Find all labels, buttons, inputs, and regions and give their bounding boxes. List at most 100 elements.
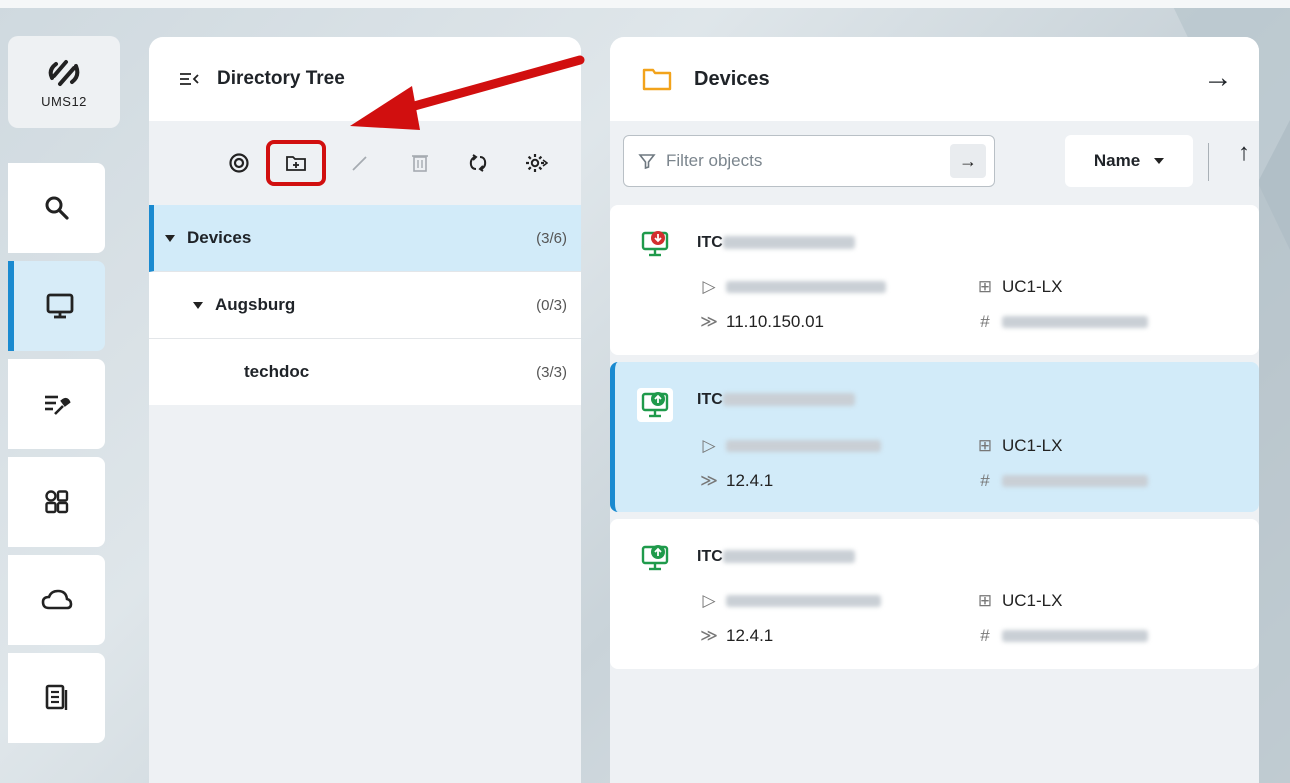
rail-apps-button[interactable] <box>8 457 105 547</box>
device-ip: # <box>976 471 1148 491</box>
logo-text: UMS12 <box>41 93 87 109</box>
redacted-value <box>1002 475 1148 487</box>
device-mac: ▷ <box>700 436 881 456</box>
search-icon <box>45 196 69 220</box>
tree-node-label: Devices <box>187 228 252 247</box>
tree-node-count: (3/3) <box>536 363 567 381</box>
filter-bar: Filter objects → Name ↑ <box>610 121 1259 203</box>
devices-title: Devices <box>694 67 770 90</box>
device-ip: # <box>976 626 1148 646</box>
tag-icon: ▷ <box>702 277 716 296</box>
device-name: ITC <box>697 391 855 409</box>
monitor-icon <box>46 293 73 319</box>
sort-field-dropdown[interactable]: Name <box>1065 135 1193 187</box>
cloud-icon <box>41 589 72 610</box>
tree-header: Directory Tree <box>149 37 581 121</box>
devices-header: Devices → <box>610 37 1259 121</box>
device-product: ⊞ UC1-LX <box>976 277 1063 297</box>
tree-node-techdoc[interactable]: techdoc (3/3) <box>149 339 581 405</box>
device-firmware: ≫ 12.4.1 <box>700 626 773 646</box>
device-mac: ▷ <box>700 277 886 297</box>
folder-icon <box>642 68 672 91</box>
new-folder-highlight <box>266 140 326 186</box>
device-card[interactable]: ITC ▷ ⊞ UC1-LX ≫ 12.4.1 # <box>610 519 1259 669</box>
tree-node-devices[interactable]: Devices (3/6) <box>149 205 581 272</box>
device-name: ITC <box>697 234 855 252</box>
redacted-value <box>1002 630 1148 642</box>
hash-icon: # <box>980 312 990 331</box>
device-name-redacted <box>722 550 855 564</box>
rail-devices-button[interactable] <box>8 261 105 351</box>
device-firmware: ≫ 12.4.1 <box>700 471 773 491</box>
rail-search-button[interactable] <box>8 163 105 253</box>
tree-node-label: techdoc <box>244 362 310 381</box>
app-logo: UMS12 <box>8 36 120 128</box>
target-icon[interactable] <box>225 149 253 177</box>
delete-icon[interactable] <box>406 149 434 177</box>
device-product: ⊞ UC1-LX <box>976 436 1063 456</box>
rail-cloud-button[interactable] <box>8 555 105 645</box>
apps-grid-icon <box>44 490 68 514</box>
chip-icon: ⊞ <box>977 277 993 296</box>
refresh-icon[interactable] <box>464 149 492 177</box>
device-name-prefix: ITC <box>697 234 723 251</box>
tree-toolbar <box>149 121 581 205</box>
product-value: UC1-LX <box>1002 591 1063 610</box>
filter-input[interactable]: Filter objects → <box>623 135 995 187</box>
redacted-value <box>726 440 881 452</box>
edit-icon[interactable] <box>346 149 374 177</box>
device-status-up-icon <box>641 392 669 418</box>
device-card[interactable]: ITC ▷ ⊞ UC1-LX ≫ 12.4.1 # <box>610 362 1259 512</box>
document-icon <box>45 684 67 710</box>
tree-rows: Devices (3/6) Augsburg (0/3) techdoc (3/… <box>149 205 581 405</box>
collapse-menu-icon[interactable] <box>179 71 201 87</box>
chip-icon: ⊞ <box>977 591 993 610</box>
device-status-up-icon <box>641 545 669 571</box>
device-name: ITC <box>697 548 855 566</box>
rail-configuration-button[interactable] <box>8 359 105 449</box>
redacted-value <box>726 595 881 607</box>
firmware-value: 11.10.150.01 <box>726 312 824 331</box>
device-firmware: ≫ 11.10.150.01 <box>700 312 824 332</box>
firmware-icon: ≫ <box>700 471 718 490</box>
tag-icon: ▷ <box>702 436 716 455</box>
nav-rail: UMS12 <box>8 0 132 783</box>
device-name-prefix: ITC <box>697 548 723 565</box>
sort-direction-arrow-icon[interactable]: ↑ <box>1238 139 1250 167</box>
device-name-redacted <box>722 236 855 250</box>
settings-icon[interactable] <box>522 149 550 177</box>
ums-logo-icon <box>48 59 80 86</box>
device-status-down-icon <box>641 231 669 257</box>
firmware-icon: ≫ <box>700 312 718 331</box>
tree-node-count: (0/3) <box>536 296 567 314</box>
device-mac: ▷ <box>700 591 881 611</box>
firmware-icon: ≫ <box>700 626 718 645</box>
hash-icon: # <box>980 471 990 490</box>
product-value: UC1-LX <box>1002 436 1063 455</box>
devices-panel: Devices → Filter objects → Name ↑ ITC ▷ … <box>610 37 1259 783</box>
hash-icon: # <box>980 626 990 645</box>
sort-label: Name <box>1093 151 1141 170</box>
device-card[interactable]: ITC ▷ ⊞ UC1-LX ≫ 11.10.150.01 # <box>610 205 1259 355</box>
device-product: ⊞ UC1-LX <box>976 591 1063 611</box>
filter-icon <box>638 154 656 170</box>
tree-node-augsburg[interactable]: Augsburg (0/3) <box>149 272 581 339</box>
redacted-value <box>1002 316 1148 328</box>
expand-caret-icon[interactable] <box>165 234 175 242</box>
chip-icon: ⊞ <box>977 436 993 455</box>
device-ip: # <box>976 312 1148 332</box>
toolbar-divider <box>1208 143 1209 181</box>
chevron-down-icon <box>1154 158 1165 164</box>
directory-tree-panel: Directory Tree Devices (3/6) Augsburg (0… <box>149 37 581 783</box>
expand-caret-icon[interactable] <box>193 301 203 309</box>
product-value: UC1-LX <box>1002 277 1063 296</box>
expand-panel-arrow-icon[interactable]: → <box>1203 61 1233 95</box>
device-name-redacted <box>722 393 855 407</box>
rail-logs-button[interactable] <box>8 653 105 743</box>
filter-apply-button[interactable]: → <box>950 144 986 178</box>
firmware-value: 12.4.1 <box>726 626 774 645</box>
tag-icon: ▷ <box>702 591 716 610</box>
redacted-value <box>726 281 886 293</box>
firmware-value: 12.4.1 <box>726 471 774 490</box>
tree-title: Directory Tree <box>217 68 345 89</box>
